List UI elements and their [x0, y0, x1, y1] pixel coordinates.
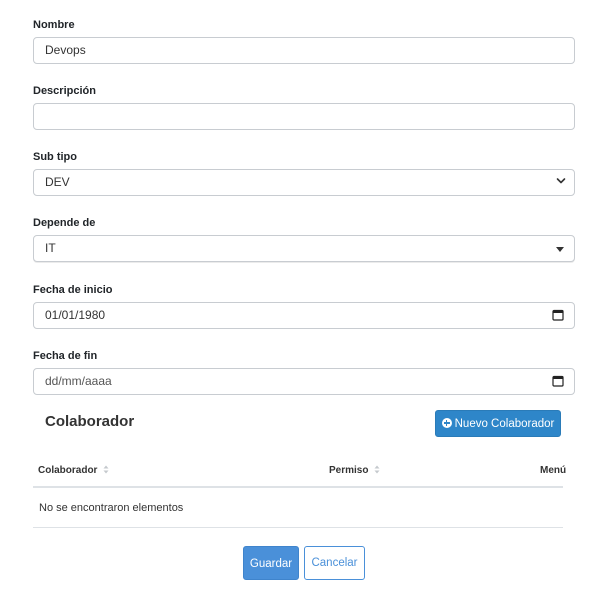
calendar-icon[interactable]	[552, 309, 564, 321]
plus-circle-icon	[441, 418, 452, 428]
nuevo-colaborador-label: Nuevo Colaborador	[454, 418, 555, 430]
chevron-down-icon	[556, 178, 566, 184]
table-empty-row: No se encontraron elementos	[33, 490, 563, 528]
field-fecha-inicio: Fecha de inicio 01/01/1980	[33, 283, 575, 329]
empty-message: No se encontraron elementos	[39, 502, 184, 514]
field-fecha-fin: Fecha de fin dd/mm/aaaa	[33, 349, 575, 395]
fecha-inicio-label: Fecha de inicio	[33, 284, 113, 296]
fecha-fin-label: Fecha de fin	[33, 350, 98, 362]
colaborador-table-header: Colaborador Permiso Menú	[33, 458, 567, 488]
cancel-button[interactable]: Cancelar	[304, 546, 365, 580]
depende-de-value: IT	[45, 241, 56, 255]
descripcion-input[interactable]	[33, 103, 575, 130]
fecha-fin-placeholder: dd/mm/aaaa	[45, 374, 112, 388]
field-descripcion: Descripción	[33, 84, 575, 130]
nombre-label: Nombre	[33, 19, 75, 31]
nombre-input[interactable]: Devops	[33, 37, 575, 64]
calendar-icon[interactable]	[552, 375, 564, 387]
nuevo-colaborador-button[interactable]: Nuevo Colaborador	[435, 410, 561, 437]
depende-de-label: Depende de	[33, 217, 96, 229]
depende-de-select[interactable]: IT	[33, 235, 575, 262]
field-sub-tipo: Sub tipo DEV	[33, 150, 575, 196]
fecha-inicio-input[interactable]: 01/01/1980	[33, 302, 575, 329]
sub-tipo-label: Sub tipo	[33, 151, 77, 163]
sort-icon	[103, 465, 109, 474]
field-nombre: Nombre Devops	[33, 18, 575, 64]
sort-icon	[374, 465, 380, 474]
sub-tipo-select[interactable]: DEV	[33, 169, 575, 196]
descripcion-label: Descripción	[33, 85, 96, 97]
sub-tipo-value: DEV	[45, 175, 70, 189]
fecha-fin-input[interactable]: dd/mm/aaaa	[33, 368, 575, 395]
field-depende-de: Depende de IT	[33, 216, 575, 262]
column-header-colaborador[interactable]: Colaborador	[38, 465, 109, 476]
colaborador-title: Colaborador	[45, 413, 135, 430]
column-header-permiso[interactable]: Permiso	[329, 465, 380, 476]
column-header-menu: Menú	[540, 465, 567, 476]
caret-down-icon	[556, 247, 564, 252]
save-button[interactable]: Guardar	[243, 546, 299, 580]
column-permiso-label: Permiso	[329, 465, 369, 476]
nombre-value: Devops	[45, 43, 86, 57]
column-colaborador-label: Colaborador	[38, 465, 98, 476]
fecha-inicio-value: 01/01/1980	[45, 308, 106, 322]
